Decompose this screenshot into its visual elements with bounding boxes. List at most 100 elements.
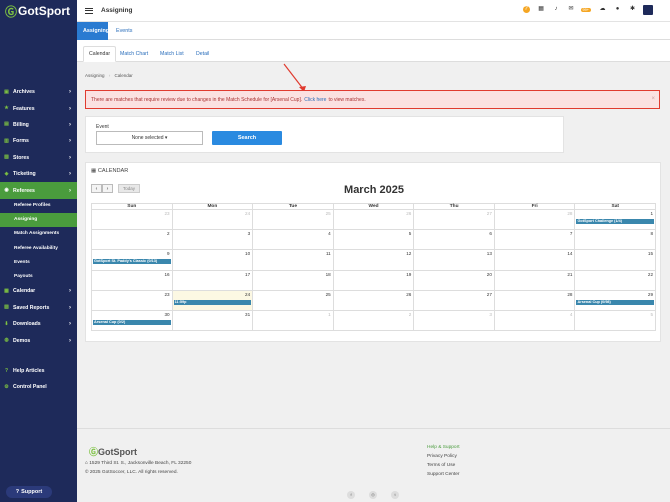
calendar-day-cell[interactable]: 5 xyxy=(574,310,655,331)
calendar-day-cell[interactable]: 10 xyxy=(171,250,253,270)
sidebar-item-stores[interactable]: ▧ Stores › xyxy=(0,150,77,166)
support-button[interactable]: ? Support xyxy=(6,486,52,498)
calendar-day-cell[interactable]: 20 xyxy=(413,270,494,290)
calendar-day-cell[interactable]: 7 xyxy=(493,230,575,250)
calendar-day-cell[interactable]: 15 xyxy=(574,250,655,270)
subtab-match-list[interactable]: Match List xyxy=(155,46,189,62)
sidebar-item-downloads[interactable]: ⬇ Downloads › xyxy=(0,316,77,332)
chevron-right-icon: › xyxy=(69,187,71,194)
sidebar-subitem-referee-availability[interactable]: Referee Availability xyxy=(0,241,77,255)
footer: ⒼGotSport ⌂ 1529 Third St. S., Jacksonvi… xyxy=(77,428,670,502)
calendar-event[interactable]: Arsenal Cup (0/2) xyxy=(93,319,171,325)
breadcrumb-root[interactable]: Assigning xyxy=(85,73,105,78)
calendar-day-cell[interactable]: 12 xyxy=(332,250,414,270)
alert-link[interactable]: Click here xyxy=(304,97,326,103)
calendar-day-cell[interactable]: 3 xyxy=(171,230,253,250)
hamburger-menu-icon[interactable] xyxy=(85,7,93,14)
calendar-day-cell[interactable]: 19 xyxy=(332,270,414,290)
sidebar-subitem-assigning[interactable]: Assigning xyxy=(0,212,77,227)
gotsport-logo[interactable]: Ⓖ Got Sport xyxy=(0,0,77,22)
calendar-day-cell[interactable]: 25 xyxy=(252,290,333,310)
calendar-day-cell[interactable]: 6 xyxy=(413,230,494,250)
calendar-day-cell[interactable]: 17 xyxy=(171,270,253,290)
calendar-day-cell[interactable]: 5 xyxy=(332,230,414,250)
calendar-day-cell[interactable]: 26 xyxy=(332,290,414,310)
app-menu-icon[interactable] xyxy=(643,5,653,15)
twitter-icon[interactable]: t xyxy=(391,491,399,499)
sidebar-item-help-articles[interactable]: ? Help Articles xyxy=(0,363,77,379)
sidebar-subitem-match-assignments[interactable]: Match Assignments xyxy=(0,227,77,241)
subtab-detail[interactable]: Detail xyxy=(191,46,214,62)
calendar-day-cell[interactable]: 14 xyxy=(493,250,575,270)
calendar-day-cell[interactable]: 24 xyxy=(171,210,253,230)
sidebar-item-saved-reports[interactable]: ▨ Saved Reports › xyxy=(0,300,77,316)
calendar-day-cell[interactable]: 21 xyxy=(493,270,575,290)
calendar-day-cell[interactable]: 13 xyxy=(413,250,494,270)
calendar-day-cell[interactable]: 22 xyxy=(574,270,655,290)
tab-assigning[interactable]: Assigning xyxy=(77,22,109,40)
day-header-sun: Sun xyxy=(127,204,137,209)
calendar-day-cell[interactable]: 30 Arsenal Cup (0/2) xyxy=(92,311,172,330)
calendar-event[interactable]: Arsenal Cup (0/98) xyxy=(576,299,655,305)
calendar-day-cell[interactable]: 9 GotSport St. Paddy's Classic (0/13) xyxy=(92,250,172,269)
calendar-day-cell[interactable]: 28 xyxy=(493,210,575,230)
instagram-icon[interactable]: ◎ xyxy=(369,491,377,499)
calendar-day-cell[interactable]: 2 xyxy=(92,230,172,249)
sidebar-item-ticketing[interactable]: ◈ Ticketing › xyxy=(0,166,77,182)
chat-icon[interactable]: ☁ xyxy=(599,6,606,13)
calendar-day-cell[interactable]: 3 xyxy=(413,310,494,331)
sidebar-item-calendar[interactable]: ▦ Calendar › xyxy=(0,283,77,299)
calendar-event[interactable]: GotSport Challenge (1/4) xyxy=(576,219,655,224)
mail-icon[interactable]: ✉ xyxy=(568,6,575,13)
sidebar-item-archives[interactable]: ▣ Archives › xyxy=(0,84,77,100)
calendar-day-cell[interactable]: 31 xyxy=(171,310,253,331)
sidebar-subitem-payouts[interactable]: Payouts xyxy=(0,269,77,283)
calendar-day-cell[interactable]: 18 xyxy=(252,270,333,290)
sidebar-item-forms[interactable]: ▥ Forms › xyxy=(0,133,77,149)
calendar-day-cell[interactable]: 23 xyxy=(92,210,172,229)
sidebar-subitem-referee-profiles[interactable]: Referee Profiles xyxy=(0,199,77,213)
calendar-day-cell[interactable]: 25 xyxy=(252,210,333,230)
search-button[interactable]: Search xyxy=(212,131,282,145)
grid-icon[interactable]: ▦ xyxy=(538,6,545,13)
event-select[interactable]: None selected ▾ xyxy=(96,131,203,145)
settings-icon[interactable]: ✱ xyxy=(629,6,636,13)
calendar-icon: ▦ xyxy=(91,168,97,174)
sidebar-item-demos[interactable]: ◍ Demos › xyxy=(0,332,77,348)
calendar-event[interactable]: 11:59p xyxy=(173,299,252,305)
sidebar-item-billing[interactable]: ▤ Billing › xyxy=(0,117,77,133)
user-icon[interactable]: ● xyxy=(614,6,621,13)
facebook-icon[interactable]: f xyxy=(347,491,355,499)
calendar-day-cell[interactable]: 2 xyxy=(332,310,414,331)
calendar-event[interactable]: GotSport St. Paddy's Classic (0/13) xyxy=(93,259,171,265)
day-number: 7 xyxy=(569,231,573,237)
calendar-day-cell[interactable]: 4 xyxy=(252,230,333,250)
calendar-day-cell[interactable]: 27 xyxy=(413,290,494,310)
calendar-day-cell[interactable]: 29 Arsenal Cup (0/98) xyxy=(574,290,655,310)
close-icon[interactable]: × xyxy=(651,96,655,102)
calendar-day-cell[interactable]: 26 xyxy=(332,210,414,230)
calendar-day-cell[interactable]: 4 xyxy=(493,310,575,331)
sidebar-item-referees[interactable]: ◉ Referees › xyxy=(0,182,77,199)
calendar-day-cell[interactable]: 23 xyxy=(92,291,172,310)
calendar-day-cell[interactable]: 1 GotSport Challenge (1/4) xyxy=(574,210,655,230)
terms-of-use-link[interactable]: Terms of Use xyxy=(427,463,460,472)
calendar-day-cell[interactable]: 1 xyxy=(252,310,333,331)
calendar-week-row: 30 Arsenal Cup (0/2) 31 1 2 3 4 5 xyxy=(91,310,656,332)
subtab-calendar[interactable]: Calendar xyxy=(83,46,117,62)
support-center-link[interactable]: Support Center xyxy=(427,472,460,481)
calendar-day-cell[interactable]: 16 xyxy=(92,271,172,290)
calendar-day-cell[interactable]: 8 xyxy=(574,230,655,250)
bell-icon[interactable]: ♪ xyxy=(553,6,560,13)
subtab-match-chart[interactable]: Match Chart xyxy=(115,46,153,62)
calendar-day-cell[interactable]: 11 xyxy=(252,250,333,270)
sidebar-item-features[interactable]: ★ Features › xyxy=(0,100,77,116)
privacy-policy-link[interactable]: Privacy Policy xyxy=(427,454,460,463)
sidebar-item-control-panel[interactable]: ⚙ Control Panel xyxy=(0,379,77,395)
sidebar-subitem-events[interactable]: Events xyxy=(0,255,77,269)
calendar-day-cell[interactable]: 27 xyxy=(413,210,494,230)
calendar-day-cell[interactable]: 24 11:59p xyxy=(171,290,253,310)
calendar-day-cell[interactable]: 28 xyxy=(493,290,575,310)
tab-events[interactable]: Events xyxy=(110,22,138,40)
help-circle-icon[interactable]: ? xyxy=(522,6,530,13)
